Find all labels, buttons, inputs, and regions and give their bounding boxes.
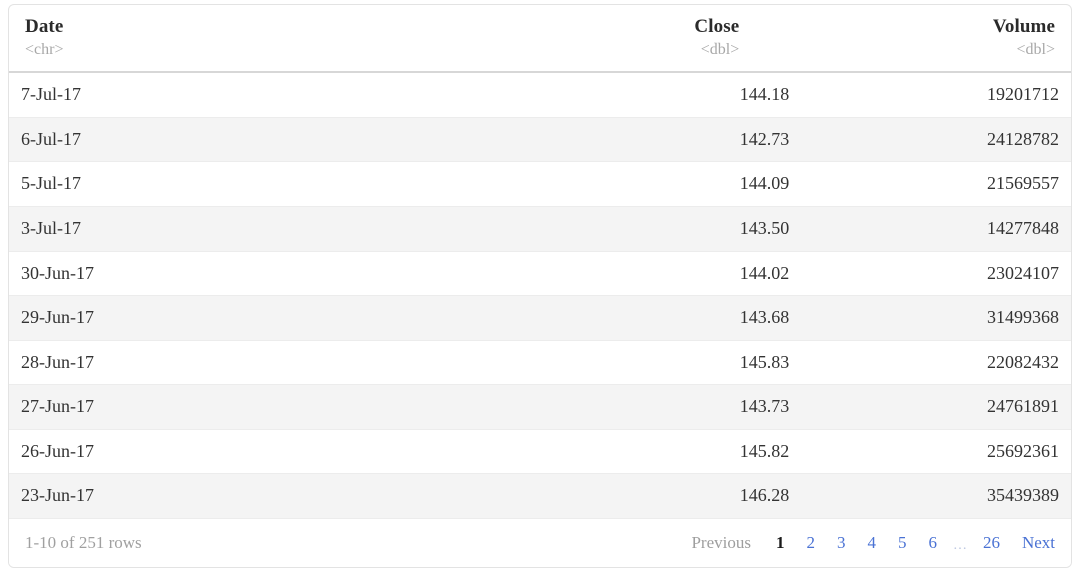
cell-date: 27-Jun-17 xyxy=(9,384,504,430)
cell-close: 144.09 xyxy=(503,161,802,207)
pagination-page-last[interactable]: 26 xyxy=(972,531,1011,555)
cell-volume: 24761891 xyxy=(801,384,1071,430)
cell-close: 145.83 xyxy=(503,340,802,386)
table-header-row: Date <chr> Close <dbl> Volume <dbl> xyxy=(9,5,1071,74)
column-header-volume-type: <dbl> xyxy=(1016,40,1056,58)
table-row: 28-Jun-17 145.83 22082432 xyxy=(9,340,1071,386)
column-header-close-type: <dbl> xyxy=(700,40,740,58)
pagination: Previous 1 2 3 4 5 6… 26 Next xyxy=(680,531,1055,555)
cell-date: 23-Jun-17 xyxy=(9,473,504,520)
pagination-page-6[interactable]: 6 xyxy=(917,531,948,555)
pagination-page-5[interactable]: 5 xyxy=(887,531,918,555)
pagination-page-2[interactable]: 2 xyxy=(795,531,826,555)
cell-close: 144.02 xyxy=(503,251,802,297)
cell-date: 28-Jun-17 xyxy=(9,340,504,386)
data-table: Date <chr> Close <dbl> Volume <dbl> 7-Ju… xyxy=(9,5,1071,520)
cell-volume: 23024107 xyxy=(801,251,1071,297)
table-row: 29-Jun-17 143.68 31499368 xyxy=(9,295,1071,341)
cell-close: 146.28 xyxy=(503,473,802,520)
table-row: 30-Jun-17 144.02 23024107 xyxy=(9,251,1071,297)
cell-date: 30-Jun-17 xyxy=(9,251,504,297)
pagination-ellipsis: … xyxy=(952,538,967,554)
cell-volume: 21569557 xyxy=(801,161,1071,207)
table-row: 26-Jun-17 145.82 25692361 xyxy=(9,429,1071,475)
cell-volume: 22082432 xyxy=(801,340,1071,386)
cell-volume: 31499368 xyxy=(801,295,1071,341)
cell-date: 7-Jul-17 xyxy=(9,72,504,118)
data-table-widget: Date <chr> Close <dbl> Volume <dbl> 7-Ju… xyxy=(8,4,1072,568)
pagination-next[interactable]: Next xyxy=(1011,531,1055,555)
cell-volume: 25692361 xyxy=(801,429,1071,475)
column-header-date-type: <chr> xyxy=(25,40,64,58)
column-header-date-label: Date xyxy=(25,16,64,37)
pagination-page-3[interactable]: 3 xyxy=(826,531,857,555)
cell-date: 26-Jun-17 xyxy=(9,429,504,475)
table-body: 7-Jul-17 144.18 19201712 6-Jul-17 142.73 2412… xyxy=(9,72,1071,520)
cell-date: 5-Jul-17 xyxy=(9,161,504,207)
column-header-close[interactable]: Close <dbl> xyxy=(503,5,802,74)
pagination-page-4[interactable]: 4 xyxy=(856,531,887,555)
cell-date: 3-Jul-17 xyxy=(9,206,504,252)
table-row: 23-Jun-17 146.28 35439389 xyxy=(9,473,1071,520)
pagination-page-1[interactable]: 1 xyxy=(765,531,796,555)
table-row: 3-Jul-17 143.50 14277848 xyxy=(9,206,1071,252)
cell-close: 145.82 xyxy=(503,429,802,475)
column-header-close-label: Close xyxy=(694,16,740,37)
table-row: 27-Jun-17 143.73 24761891 xyxy=(9,384,1071,430)
row-count-info: 1-10 of 251 rows xyxy=(25,533,142,553)
cell-close: 143.73 xyxy=(503,384,802,430)
cell-volume: 19201712 xyxy=(801,72,1071,118)
column-header-date[interactable]: Date <chr> xyxy=(9,5,504,74)
cell-volume: 14277848 xyxy=(801,206,1071,252)
table-row: 6-Jul-17 142.73 24128782 xyxy=(9,117,1071,163)
cell-close: 143.68 xyxy=(503,295,802,341)
table-header: Date <chr> Close <dbl> Volume <dbl> xyxy=(9,5,1071,74)
column-header-volume[interactable]: Volume <dbl> xyxy=(801,5,1071,74)
table-footer: 1-10 of 251 rows Previous 1 2 3 4 5 6… 26 Next xyxy=(9,519,1071,567)
pagination-previous[interactable]: Previous xyxy=(680,531,765,555)
cell-close: 144.18 xyxy=(503,72,802,118)
column-header-volume-label: Volume xyxy=(992,16,1055,37)
cell-date: 6-Jul-17 xyxy=(9,117,504,163)
cell-close: 142.73 xyxy=(503,117,802,163)
table-row: 7-Jul-17 144.18 19201712 xyxy=(9,72,1071,118)
cell-volume: 24128782 xyxy=(801,117,1071,163)
cell-close: 143.50 xyxy=(503,206,802,252)
table-row: 5-Jul-17 144.09 21569557 xyxy=(9,161,1071,207)
cell-date: 29-Jun-17 xyxy=(9,295,504,341)
cell-volume: 35439389 xyxy=(801,473,1071,520)
